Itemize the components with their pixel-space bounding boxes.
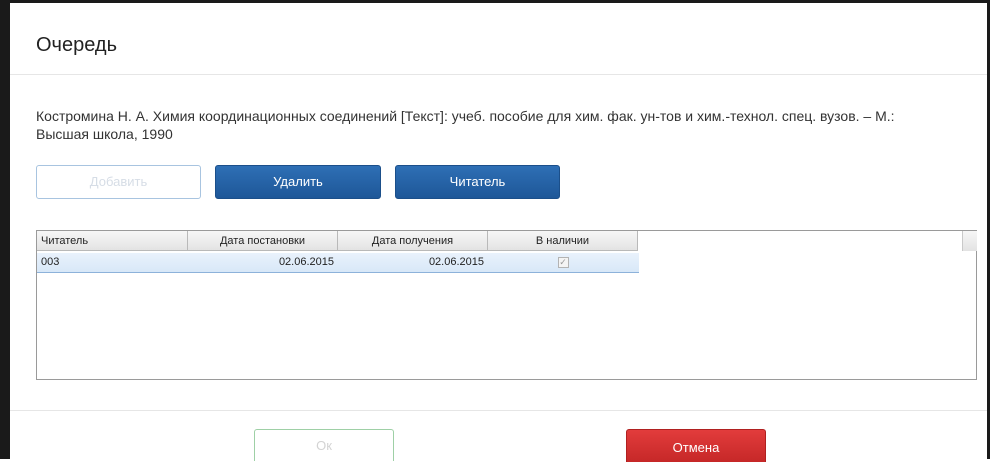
cancel-button[interactable]: Отмена [626,429,766,462]
table-header: Читатель Дата постановки Дата получения … [37,231,977,252]
column-header-date-queued[interactable]: Дата постановки [188,231,338,251]
column-header-available[interactable]: В наличии [488,231,638,251]
scrollbar-corner [962,231,977,251]
header-divider [10,74,987,75]
column-header-date-received[interactable]: Дата получения [338,231,488,251]
add-button[interactable]: Добавить [36,165,201,199]
book-description: Костромина Н. А. Химия координационных с… [36,108,895,142]
column-header-reader[interactable]: Читатель [37,231,188,251]
window-frame-left [0,0,10,459]
delete-button[interactable]: Удалить [215,165,381,199]
queue-table: Читатель Дата постановки Дата получения … [36,230,977,380]
cell-available: ✓ [488,253,638,272]
ok-button[interactable]: Ок [254,429,394,461]
table-row[interactable]: 003 02.06.2015 02.06.2015 ✓ [37,253,639,273]
available-checkbox[interactable]: ✓ [557,257,569,268]
dialog-title: Очередь [36,34,117,56]
footer-divider [10,410,987,411]
reader-button[interactable]: Читатель [395,165,560,199]
cell-date-received: 02.06.2015 [428,256,484,268]
cell-reader: 003 [41,256,60,268]
queue-dialog: Очередь Костромина Н. А. Химия координац… [10,3,987,462]
cell-date-queued: 02.06.2015 [278,256,334,268]
